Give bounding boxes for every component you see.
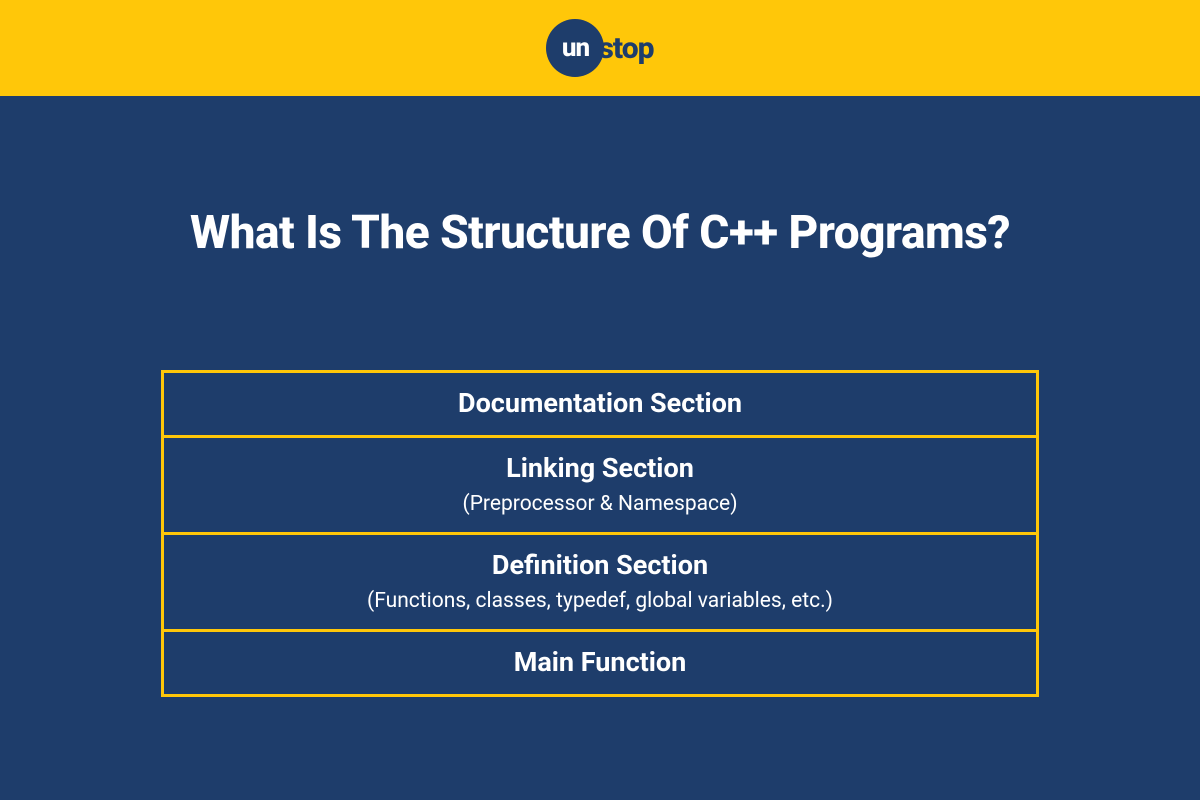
brand-logo-text: stop <box>598 31 653 66</box>
page-title: What Is The Structure Of C++ Programs? <box>60 206 1140 260</box>
section-definition: Definition Section (Functions, classes, … <box>164 532 1036 629</box>
header-bar: un stop <box>0 0 1200 96</box>
section-definition-title: Definition Section <box>180 547 1020 583</box>
section-linking: Linking Section (Preprocessor & Namespac… <box>164 435 1036 532</box>
brand-logo-circle: un <box>546 19 604 77</box>
section-main: Main Function <box>164 629 1036 694</box>
section-linking-title: Linking Section <box>180 450 1020 486</box>
section-documentation-title: Documentation Section <box>180 385 1020 421</box>
section-documentation: Documentation Section <box>164 373 1036 435</box>
structure-stack: Documentation Section Linking Section (P… <box>161 370 1039 697</box>
section-linking-sub: (Preprocessor & Namespace) <box>180 491 1020 518</box>
content-area: What Is The Structure Of C++ Programs? D… <box>0 206 1200 697</box>
brand-logo: un stop <box>546 19 653 77</box>
section-main-title: Main Function <box>180 644 1020 680</box>
section-definition-sub: (Functions, classes, typedef, global var… <box>180 588 1020 615</box>
